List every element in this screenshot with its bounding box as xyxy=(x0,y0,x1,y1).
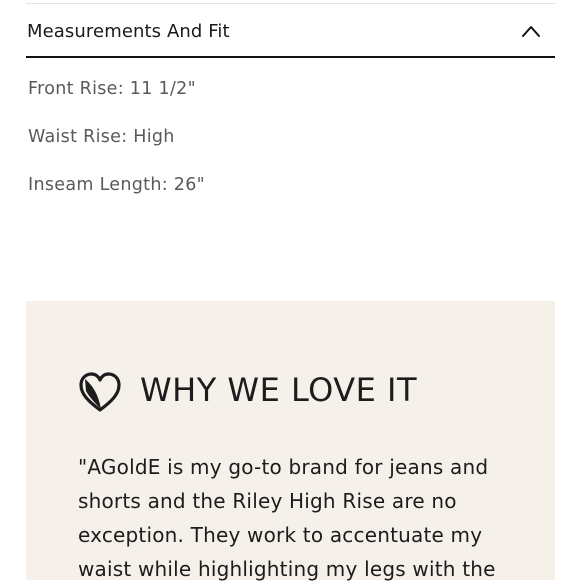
review-quote: "AGoldE is my go-to brand for jeans and … xyxy=(78,455,496,581)
why-we-love-it-panel: WHY WE LOVE IT "AGoldE is my go-to brand… xyxy=(26,301,555,581)
accordion-title: Measurements And Fit xyxy=(27,21,230,42)
measurements-accordion-header[interactable]: Measurements And Fit xyxy=(26,4,555,58)
waist-rise-spec: Waist Rise: High xyxy=(28,127,175,147)
chevron-up-icon[interactable] xyxy=(521,24,541,38)
why-we-love-it-title: WHY WE LOVE IT xyxy=(140,371,418,409)
heart-icon xyxy=(79,372,121,412)
inseam-length-spec: Inseam Length: 26" xyxy=(28,175,206,195)
front-rise-spec: Front Rise: 11 1/2" xyxy=(28,79,196,99)
